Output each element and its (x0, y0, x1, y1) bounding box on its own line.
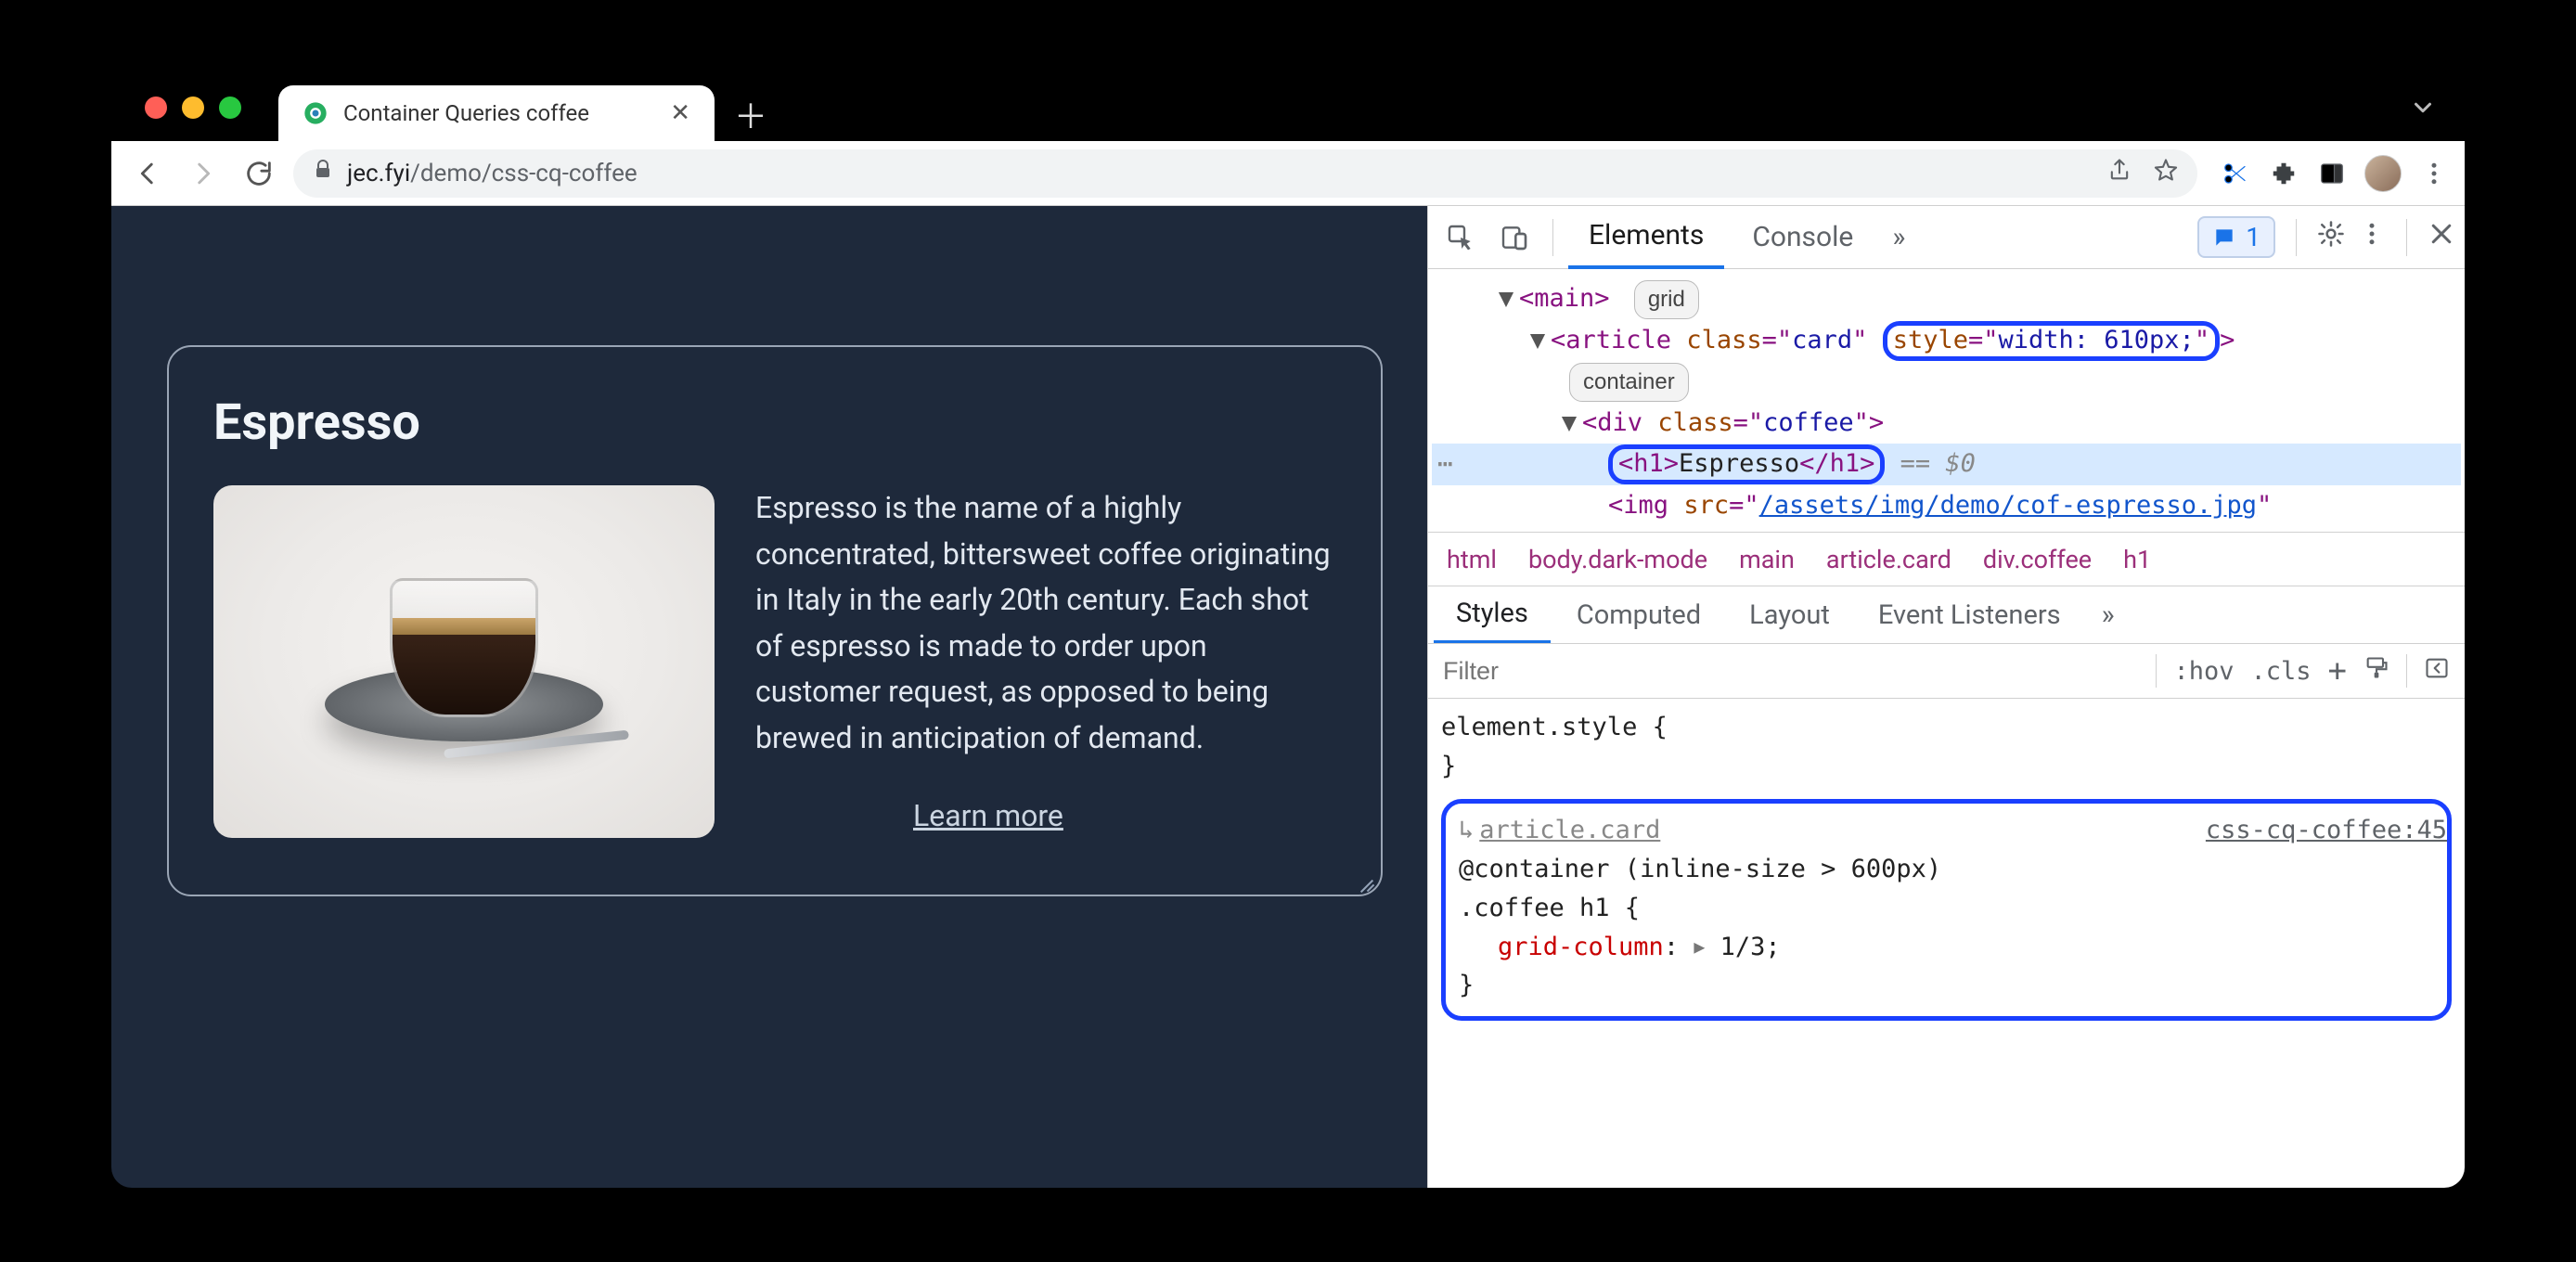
browser-tab[interactable]: Container Queries coffee ✕ (278, 85, 715, 141)
container-query-rule[interactable]: css-cq-coffee:45 ↳article.card @containe… (1441, 799, 2452, 1021)
chrome-window: Container Queries coffee ✕ ＋ jec.fyi/dem… (111, 74, 2465, 1188)
grid-badge[interactable]: grid (1634, 280, 1699, 319)
crumb[interactable]: main (1739, 545, 1795, 574)
content-area: Espresso Espresso is the name (111, 206, 2465, 1188)
crumb[interactable]: div.coffee (1983, 545, 2092, 574)
extensions-icon[interactable] (2268, 158, 2299, 189)
new-tab-button[interactable]: ＋ (728, 91, 774, 137)
tab-elements[interactable]: Elements (1568, 206, 1724, 269)
issues-button[interactable]: 1 (2197, 216, 2275, 258)
paint-icon[interactable] (2363, 655, 2389, 688)
devtools-menu-button[interactable] (2358, 220, 2386, 254)
dom-breadcrumbs[interactable]: html body.dark-mode main article.card di… (1428, 532, 2465, 586)
crumb[interactable]: body.dark-mode (1528, 545, 1707, 574)
url-text: jec.fyi/demo/css-cq-coffee (347, 160, 638, 187)
card-text-column: Espresso is the name of a highly concent… (755, 485, 1336, 839)
bookmark-icon[interactable] (2153, 157, 2179, 189)
window-controls (139, 74, 278, 141)
tab-strip: Container Queries coffee ✕ ＋ (111, 74, 2465, 141)
devtools-close-button[interactable] (2428, 220, 2455, 254)
scissors-icon[interactable] (2220, 158, 2251, 189)
source-link[interactable]: css-cq-coffee:45 (2206, 811, 2447, 850)
new-rule-button[interactable]: + (2328, 652, 2347, 689)
chrome-menu-button[interactable] (2418, 158, 2450, 189)
card-title: Espresso (213, 393, 1336, 452)
subtab-styles[interactable]: Styles (1434, 586, 1551, 644)
toolbar-actions (2210, 155, 2450, 192)
styles-pane[interactable]: element.style { } css-cq-coffee:45 ↳arti… (1428, 699, 2465, 1188)
device-toggle-button[interactable] (1491, 214, 1538, 261)
browser-toolbar: jec.fyi/demo/css-cq-coffee (111, 141, 2465, 206)
forward-button[interactable] (182, 152, 225, 195)
window-dropdown-button[interactable] (2409, 74, 2437, 141)
lock-icon (312, 159, 334, 187)
card-description: Espresso is the name of a highly concent… (755, 485, 1336, 762)
resize-handle-icon[interactable] (1355, 869, 1377, 891)
crumb[interactable]: article.card (1826, 545, 1951, 574)
styles-filter-input[interactable] (1443, 657, 2139, 686)
crumb[interactable]: html (1447, 545, 1497, 574)
img-src-link[interactable]: /assets/img/demo/cof-espresso.jpg (1759, 491, 2257, 520)
tabs-overflow-button[interactable]: » (1881, 221, 1916, 253)
devtools-tabbar: Elements Console » 1 (1428, 206, 2465, 269)
learn-more-link[interactable]: Learn more (913, 793, 1063, 840)
back-button[interactable] (126, 152, 169, 195)
element-style-rule[interactable]: element.style { } (1441, 706, 2452, 792)
subtab-layout[interactable]: Layout (1727, 586, 1852, 644)
devtools-panel: Elements Console » 1 (1427, 206, 2465, 1188)
selected-dom-node[interactable]: ⋯ <h1>Espresso</h1> == $0 (1432, 444, 2461, 485)
crumb[interactable]: h1 (2123, 545, 2151, 574)
coffee-image (213, 485, 715, 838)
coffee-card: Espresso Espresso is the name (167, 345, 1383, 896)
close-window-button[interactable] (145, 97, 167, 119)
subtabs-overflow-button[interactable]: » (2091, 599, 2126, 631)
address-bar[interactable]: jec.fyi/demo/css-cq-coffee (293, 149, 2197, 198)
settings-gear-button[interactable] (2317, 220, 2345, 254)
close-tab-button[interactable]: ✕ (670, 99, 690, 127)
subtab-computed[interactable]: Computed (1554, 586, 1723, 644)
hov-toggle-button[interactable]: :hov (2173, 657, 2234, 686)
share-icon[interactable] (2106, 157, 2132, 189)
h1-node-highlight: <h1>Espresso</h1> (1608, 444, 1885, 484)
computed-toggle-icon[interactable] (2424, 655, 2450, 688)
favicon-icon (303, 100, 328, 126)
minimize-window-button[interactable] (182, 97, 204, 119)
style-attribute-highlight: style="width: 610px;" (1883, 321, 2220, 361)
subtab-event-listeners[interactable]: Event Listeners (1856, 586, 2083, 644)
row-actions-icon[interactable]: ⋯ (1437, 443, 1455, 485)
dom-tree[interactable]: ▼<main> grid ▼<article class="card" styl… (1428, 269, 2465, 532)
demo-page: Espresso Espresso is the name (111, 206, 1427, 1188)
zoom-window-button[interactable] (219, 97, 241, 119)
container-jump-link[interactable]: article.card (1479, 816, 1660, 844)
reload-button[interactable] (238, 152, 280, 195)
tab-console[interactable]: Console (1732, 206, 1874, 269)
profile-avatar[interactable] (2364, 155, 2402, 192)
styles-subtabs: Styles Computed Layout Event Listeners » (1428, 586, 2465, 643)
inspect-element-button[interactable] (1437, 214, 1484, 261)
cls-toggle-button[interactable]: .cls (2250, 657, 2311, 686)
styles-filter-bar: :hov .cls + (1428, 643, 2465, 699)
issues-count: 1 (2246, 222, 2260, 252)
side-panel-icon[interactable] (2316, 158, 2348, 189)
tab-title: Container Queries coffee (343, 100, 589, 126)
container-badge[interactable]: container (1569, 363, 1689, 402)
